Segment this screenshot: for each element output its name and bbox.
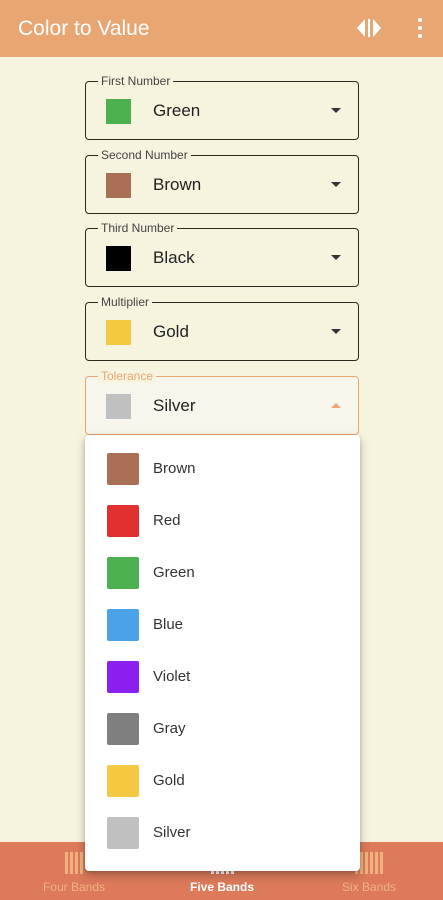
color-swatch	[106, 173, 131, 198]
color-swatch	[107, 817, 139, 849]
menu-option-label: Gold	[153, 772, 185, 789]
menu-option-gold[interactable]: Gold	[85, 755, 360, 807]
third-number-value: Black	[153, 248, 195, 267]
menu-option-violet[interactable]: Violet	[85, 651, 360, 703]
color-swatch	[107, 505, 139, 537]
third-number-label: Third Number	[98, 221, 178, 235]
first-number-value: Green	[153, 101, 201, 120]
menu-option-silver[interactable]: Silver	[85, 807, 360, 859]
dropdown-arrow-icon	[331, 108, 341, 113]
multiplier-value: Gold	[153, 322, 189, 341]
color-swatch	[106, 320, 131, 345]
second-number-value: Brown	[153, 175, 202, 194]
second-number-select[interactable]: Second Number Brown	[85, 148, 359, 214]
tolerance-value: Silver	[153, 396, 196, 415]
more-vert-icon[interactable]	[410, 14, 430, 42]
menu-option-brown[interactable]: Brown	[85, 443, 360, 495]
swap-arrows-icon[interactable]	[355, 17, 385, 39]
menu-option-label: Violet	[153, 668, 191, 685]
nav-six-bands-label: Six Bands	[341, 880, 397, 894]
dropdown-arrow-icon	[331, 329, 341, 334]
color-swatch	[106, 394, 131, 419]
nav-five-bands-label: Five Bands	[189, 880, 255, 894]
first-number-label: First Number	[98, 74, 174, 88]
color-swatch	[106, 99, 131, 124]
resistor-bands-icon	[65, 852, 83, 874]
dropdown-arrow-up-icon	[331, 403, 341, 408]
multiplier-label: Multiplier	[98, 295, 153, 309]
menu-option-label: Blue	[153, 616, 184, 633]
menu-option-label: Red	[153, 512, 181, 529]
color-swatch	[107, 713, 139, 745]
color-swatch	[107, 453, 139, 485]
first-number-select[interactable]: First Number Green	[85, 74, 359, 140]
app-title: Color to Value	[18, 16, 150, 40]
menu-option-green[interactable]: Green	[85, 547, 360, 599]
menu-option-label: Silver	[153, 824, 191, 841]
third-number-select[interactable]: Third Number Black	[85, 221, 359, 287]
second-number-label: Second Number	[98, 148, 191, 162]
menu-option-blue[interactable]: Blue	[85, 599, 360, 651]
color-swatch	[107, 609, 139, 641]
dropdown-arrow-icon	[331, 182, 341, 187]
color-swatch	[107, 557, 139, 589]
menu-option-gray[interactable]: Gray	[85, 703, 360, 755]
menu-option-label: Gray	[153, 720, 186, 737]
color-swatch	[106, 246, 131, 271]
color-swatch	[107, 661, 139, 693]
menu-option-red[interactable]: Red	[85, 495, 360, 547]
tolerance-dropdown-menu: Brown Red Green Blue Violet Gray Gold Si…	[85, 435, 360, 871]
nav-four-bands-label: Four Bands	[42, 880, 106, 894]
color-swatch	[107, 765, 139, 797]
menu-option-label: Green	[153, 564, 195, 581]
menu-option-label: Brown	[153, 460, 196, 477]
tolerance-select[interactable]: Tolerance Silver	[85, 369, 359, 435]
multiplier-select[interactable]: Multiplier Gold	[85, 295, 359, 361]
app-bar: Color to Value	[0, 0, 443, 57]
tolerance-label: Tolerance	[98, 369, 157, 383]
dropdown-arrow-icon	[331, 255, 341, 260]
